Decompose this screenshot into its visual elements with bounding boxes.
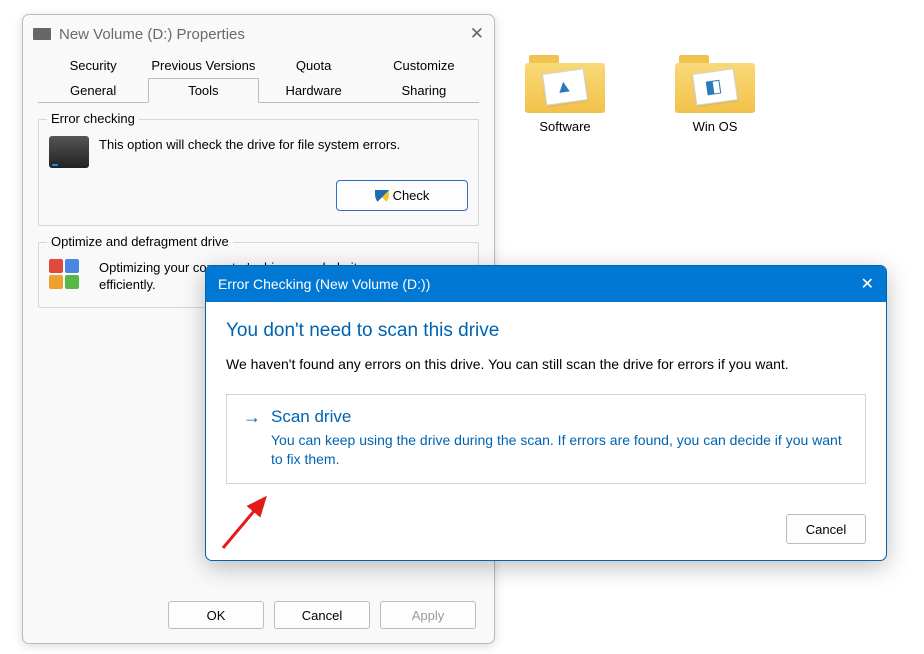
cancel-button[interactable]: Cancel xyxy=(274,601,370,629)
folder-label: Win OS xyxy=(660,119,770,134)
close-icon[interactable]: ✕ xyxy=(861,274,874,294)
arrow-right-icon: → xyxy=(243,408,261,426)
folder-icon: ◧ xyxy=(675,55,755,113)
optimize-legend: Optimize and defragment drive xyxy=(47,234,233,249)
check-button[interactable]: Check xyxy=(336,180,468,211)
desktop-folder[interactable]: ▲ Software xyxy=(510,55,620,134)
dialog-titlebar[interactable]: Error Checking (New Volume (D:)) ✕ xyxy=(206,266,886,302)
tab-customize[interactable]: Customize xyxy=(369,53,479,78)
ssd-icon xyxy=(49,136,89,168)
defrag-icon xyxy=(49,259,89,291)
dialog-title: Error Checking (New Volume (D:)) xyxy=(218,276,430,292)
tab-general[interactable]: General xyxy=(38,78,148,103)
properties-titlebar[interactable]: New Volume (D:) Properties ✕ xyxy=(23,15,494,53)
scan-drive-desc: You can keep using the drive during the … xyxy=(243,431,849,469)
close-icon[interactable]: ✕ xyxy=(470,24,484,44)
dialog-heading: You don't need to scan this drive xyxy=(226,320,866,342)
dialog-cancel-button[interactable]: Cancel xyxy=(786,514,866,544)
dialog-text: We haven't found any errors on this driv… xyxy=(226,356,866,372)
tab-security[interactable]: Security xyxy=(38,53,148,78)
error-checking-legend: Error checking xyxy=(47,111,139,126)
ok-button[interactable]: OK xyxy=(168,601,264,629)
error-checking-dialog: Error Checking (New Volume (D:)) ✕ You d… xyxy=(205,265,887,561)
folder-icon: ▲ xyxy=(525,55,605,113)
apply-button: Apply xyxy=(380,601,476,629)
error-checking-text: This option will check the drive for fil… xyxy=(99,136,400,153)
properties-button-row: OK Cancel Apply xyxy=(168,601,476,629)
desktop-folder[interactable]: ◧ Win OS xyxy=(660,55,770,134)
check-button-label: Check xyxy=(393,188,430,203)
properties-title: New Volume (D:) Properties xyxy=(59,26,245,43)
tab-previous-versions[interactable]: Previous Versions xyxy=(148,53,258,78)
shield-icon xyxy=(375,190,389,204)
scan-drive-label: Scan drive xyxy=(271,407,351,427)
tab-quota[interactable]: Quota xyxy=(259,53,369,78)
properties-tabs: Security Previous Versions Quota Customi… xyxy=(38,53,479,103)
folder-label: Software xyxy=(510,119,620,134)
drive-icon xyxy=(33,28,51,40)
tab-sharing[interactable]: Sharing xyxy=(369,78,479,103)
tab-hardware[interactable]: Hardware xyxy=(259,78,369,103)
tab-tools[interactable]: Tools xyxy=(148,78,258,103)
error-checking-group: Error checking This option will check th… xyxy=(38,119,479,226)
scan-drive-option[interactable]: → Scan drive You can keep using the driv… xyxy=(226,394,866,484)
